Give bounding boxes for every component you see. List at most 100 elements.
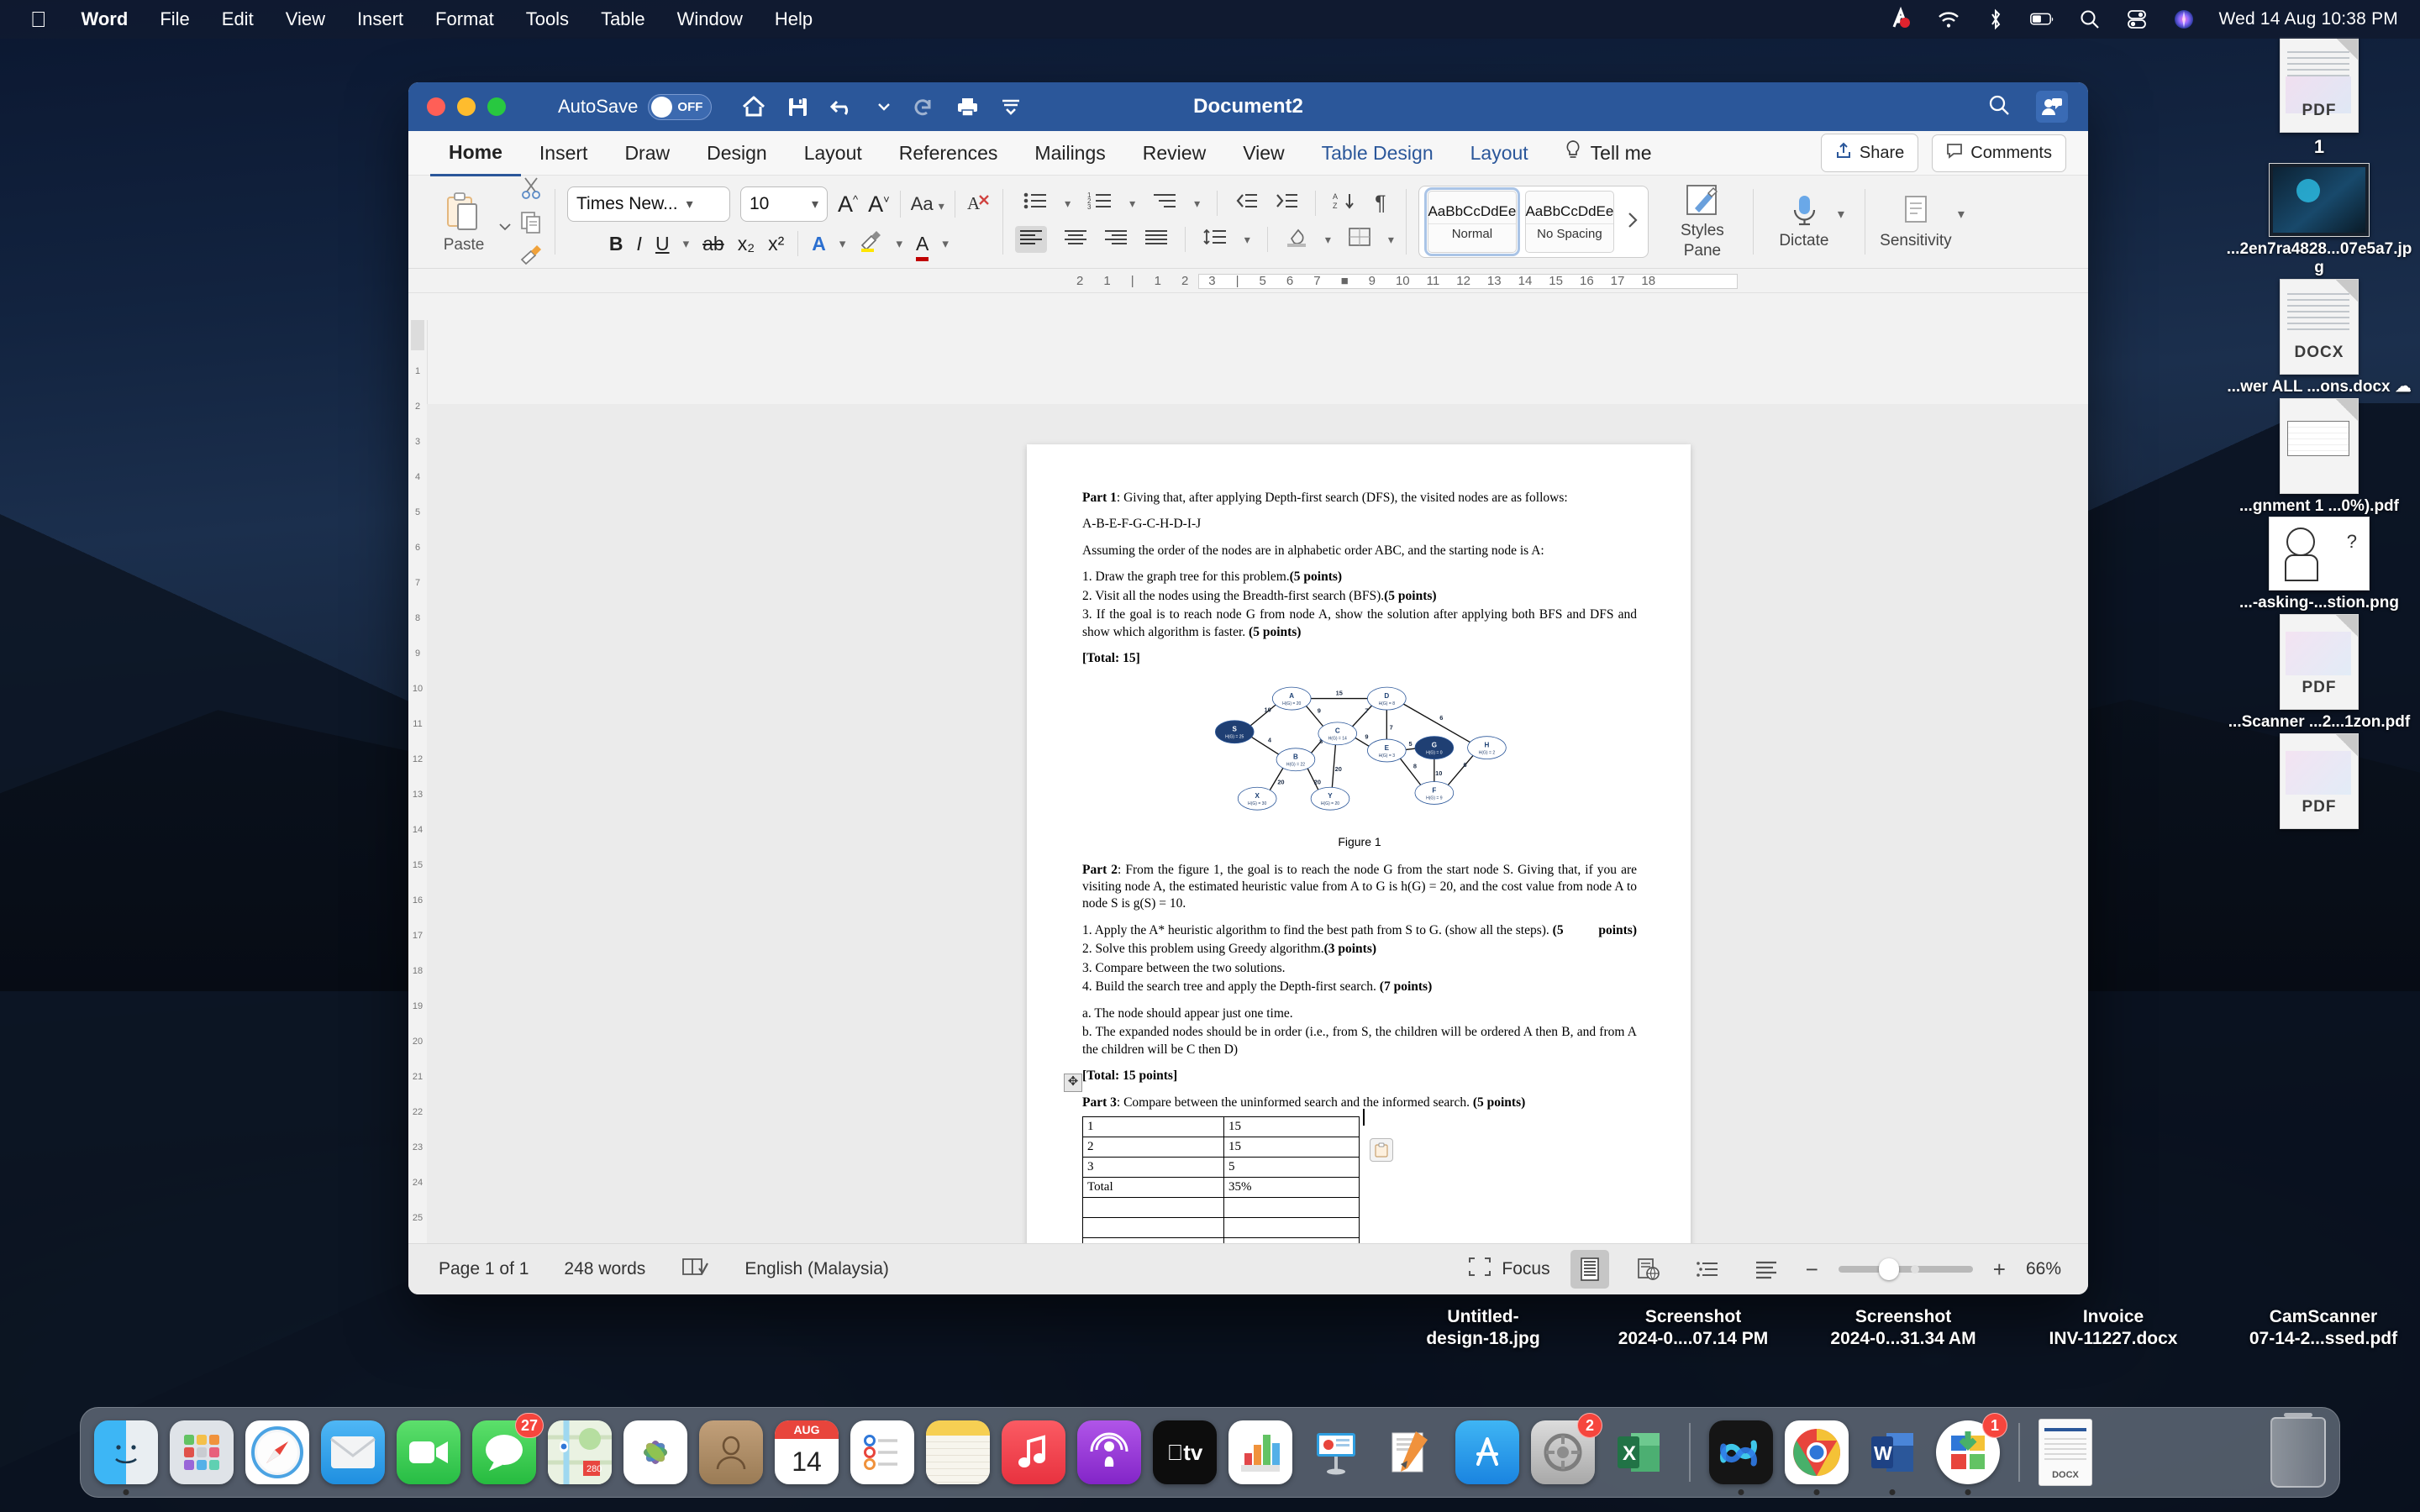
table-cell[interactable]: 15 (1223, 1116, 1360, 1137)
control-center-icon[interactable] (2124, 7, 2149, 32)
focus-button[interactable]: Focus (1468, 1257, 1550, 1282)
menu-item-word[interactable]: Word (66, 8, 145, 30)
dock-item-trash[interactable] (2270, 1413, 2326, 1488)
dock-item-appletv[interactable]: tv (1153, 1420, 1217, 1484)
superscript-button[interactable]: x² (768, 233, 784, 255)
dictate-chevron-icon[interactable]: ▾ (1838, 206, 1844, 223)
numbering-chevron-icon[interactable]: ▾ (1129, 197, 1135, 211)
increase-indent-icon[interactable] (1275, 192, 1298, 215)
sensitivity-chevron-icon[interactable]: ▾ (1958, 206, 1965, 223)
dictate-button[interactable]: Dictate (1765, 193, 1843, 250)
desktop-file[interactable]: DOCX ...wer ALL ...ons.docx ☁ (2218, 278, 2420, 396)
clear-formatting-icon[interactable]: A (965, 191, 991, 218)
tab-draw[interactable]: Draw (606, 131, 688, 175)
borders-chevron-icon[interactable]: ▾ (1388, 233, 1394, 247)
dock-item-launchpad[interactable] (170, 1420, 234, 1484)
customize-toolbar-icon[interactable] (1001, 97, 1021, 116)
stack-label[interactable]: Screenshot 2024-0...31.34 AM (1807, 1306, 2000, 1373)
comments-button[interactable]: Comments (1932, 134, 2066, 172)
tell-me-box[interactable]: Tell me (1547, 139, 1652, 166)
tab-mailings[interactable]: Mailings (1016, 131, 1123, 175)
line-spacing-chevron-icon[interactable]: ▾ (1244, 233, 1250, 247)
font-size-select[interactable]: 10 ▾ (740, 186, 828, 222)
table-cell[interactable]: 15 (1223, 1136, 1360, 1158)
shrink-font-button[interactable]: A˅ (868, 192, 890, 218)
text-effects-button[interactable]: A (812, 233, 826, 255)
menu-bar-clock[interactable]: Wed 14 Aug 10:38 PM (2218, 9, 2398, 29)
align-left-icon[interactable] (1014, 226, 1047, 253)
font-color-button[interactable]: A (915, 233, 929, 261)
decrease-indent-icon[interactable] (1234, 192, 1258, 215)
tab-design[interactable]: Design (688, 131, 786, 175)
shading-chevron-icon[interactable]: ▾ (1325, 233, 1331, 247)
dock-item-word[interactable]: W (1860, 1420, 1924, 1495)
desktop-file[interactable]: ...gnment 1 ...0%).pdf (2218, 397, 2420, 516)
language-indicator[interactable]: English (Malaysia) (744, 1259, 889, 1279)
sort-icon[interactable]: AZ (1333, 191, 1358, 216)
dock-item-microsoft-store[interactable]: 1 (1936, 1413, 2007, 1495)
stack-label[interactable]: Untitled-design-18.jpg (1386, 1306, 1580, 1373)
menu-item-view[interactable]: View (270, 8, 341, 30)
search-icon[interactable] (1987, 93, 2011, 121)
table-move-handle[interactable]: ✥ (1064, 1073, 1082, 1092)
document-canvas[interactable]: Part 1: Giving that, after applying Dept… (427, 404, 2088, 1244)
account-avatar[interactable] (2036, 91, 2068, 123)
tab-layout[interactable]: Layout (786, 131, 881, 175)
autosave-toggle[interactable]: OFF (648, 93, 713, 120)
table-cell[interactable] (1082, 1196, 1224, 1218)
menu-item-help[interactable]: Help (759, 8, 829, 30)
table-row[interactable] (1082, 1196, 1360, 1218)
dock-item-calendar[interactable]: AUG 14 (775, 1420, 839, 1484)
table-row[interactable] (1082, 1216, 1360, 1238)
table-cell[interactable] (1223, 1196, 1360, 1218)
copy-icon[interactable] (519, 210, 543, 238)
paste-options-button[interactable] (1370, 1138, 1393, 1162)
cut-icon[interactable] (519, 176, 543, 203)
document-body[interactable]: Part 1: Giving that, after applying Dept… (1064, 490, 1637, 1244)
text-effects-chevron-icon[interactable]: ▾ (839, 236, 846, 251)
horizontal-ruler[interactable]: 21 | 1 23 | 5 67 ■ 9 10 11 12 13 14 15 16 17 18 (408, 269, 2088, 293)
bluetooth-icon[interactable] (1983, 7, 2008, 32)
stack-label[interactable]: Invoice INV-11227.docx (2017, 1306, 2210, 1373)
table-cell[interactable]: 3 (1082, 1156, 1224, 1178)
web-layout-view-button[interactable] (1629, 1250, 1668, 1289)
save-icon[interactable] (787, 97, 808, 118)
share-button[interactable]: Share (1820, 134, 1919, 172)
dock-item-document-file[interactable]: DOCX (2039, 1419, 2092, 1486)
subscript-button[interactable]: x₂ (738, 233, 755, 255)
bullets-icon[interactable] (1023, 191, 1048, 216)
table-row[interactable]: 1 15 (1082, 1116, 1360, 1137)
dock-item-contacts[interactable] (699, 1420, 763, 1484)
tab-insert[interactable]: Insert (521, 131, 607, 175)
wifi-icon[interactable] (1936, 7, 1961, 32)
styles-pane-button[interactable]: Styles Pane (1664, 183, 1741, 260)
dock-item-chrome[interactable] (1785, 1420, 1849, 1495)
sensitivity-button[interactable]: Sensitivity (1877, 193, 1954, 250)
table-row[interactable]: 35 (1082, 1156, 1360, 1178)
desktop-file[interactable]: ? ...-asking-...stion.png (2218, 517, 2420, 612)
menu-item-edit[interactable]: Edit (206, 8, 270, 30)
grammarly-icon[interactable] (1889, 7, 1914, 32)
desktop-file[interactable]: ...2en7ra4828...07e5a7.jpg (2218, 163, 2420, 277)
table-row[interactable]: Total 35% (1082, 1176, 1360, 1198)
menu-item-table[interactable]: Table (585, 8, 661, 30)
page-indicator[interactable]: Page 1 of 1 (439, 1259, 529, 1279)
dock-item-facetime[interactable] (397, 1420, 460, 1484)
desktop-file[interactable]: PDF (2218, 733, 2420, 830)
table-cell[interactable] (1082, 1216, 1224, 1238)
document-page[interactable]: Part 1: Giving that, after applying Dept… (1027, 444, 1691, 1244)
close-button[interactable] (427, 97, 445, 116)
tab-review[interactable]: Review (1124, 131, 1224, 175)
zoom-in-button[interactable]: + (1993, 1257, 2006, 1283)
dock-item-webex[interactable] (1709, 1420, 1773, 1495)
underline-chevron-icon[interactable]: ▾ (683, 236, 690, 251)
format-painter-icon[interactable] (519, 244, 543, 269)
bullets-chevron-icon[interactable]: ▾ (1065, 197, 1071, 211)
autosave-control[interactable]: AutoSave OFF (558, 93, 713, 120)
dock-item-keynote[interactable] (1304, 1420, 1368, 1484)
dock-item-photos[interactable] (623, 1420, 687, 1484)
dock-item-excel[interactable]: X (1607, 1420, 1670, 1484)
zoom-slider[interactable] (1838, 1258, 1973, 1280)
font-name-select[interactable]: Times New... ▾ (567, 186, 730, 222)
tab-references[interactable]: References (881, 131, 1017, 175)
